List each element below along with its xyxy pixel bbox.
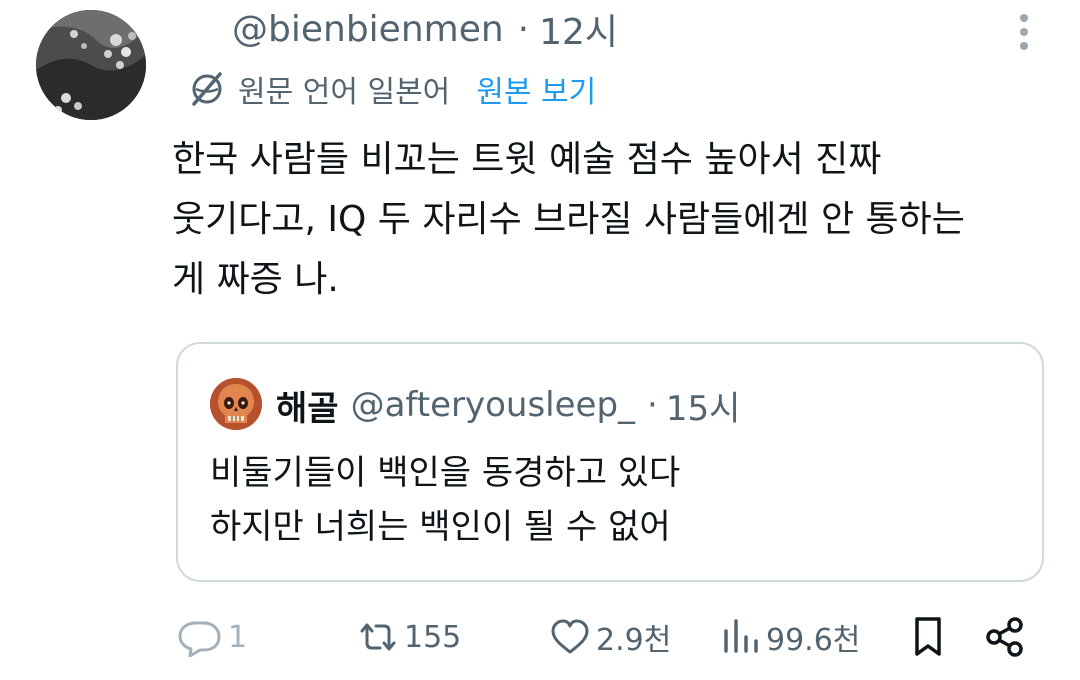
quoted-tweet-time[interactable]: 15시 [666, 381, 741, 430]
tweet-text-line: 한국 사람들 비꼬는 트윗 예술 점수 높아서 진짜 [172, 139, 882, 180]
reply-count: 1 [228, 619, 248, 655]
quoted-tweet-card[interactable]: 해골 @afteryousleep_ · 15시 비둘기들이 백인을 동경하고 … [176, 342, 1044, 582]
quoted-text-line: 비둘기들이 백인을 동경하고 있다 [210, 453, 681, 493]
tweet-header: @bienbienmen · 12시 [232, 3, 618, 55]
quoted-header-separator: · [647, 385, 658, 425]
translate-globe-icon [192, 72, 222, 106]
quoted-tweet-text: 비둘기들이 백인을 동경하고 있다 하지만 너희는 백인이 될 수 없어 [210, 446, 680, 554]
share-icon [986, 617, 1023, 657]
quoted-author-handle[interactable]: @afteryousleep_ [351, 385, 635, 425]
more-dots-icon [1020, 14, 1028, 50]
quoted-author-name[interactable]: 해골 [276, 381, 339, 430]
views-count: 99.6천 [766, 623, 861, 658]
more-button[interactable] [1008, 12, 1040, 52]
quoted-text-line: 하지만 너희는 백인이 될 수 없어 [210, 507, 671, 547]
views-button[interactable]: 99.6천 [720, 612, 860, 662]
tweet-text-line: 게 짜증 나. [172, 259, 339, 300]
skull-avatar [210, 378, 262, 430]
reply-button[interactable]: 1 [176, 612, 247, 662]
translation-bar: 원문 언어 일본어 원본 보기 [188, 66, 596, 112]
action-bar: 1 155 2.9천 99.6천 [176, 612, 1036, 662]
tweet-time[interactable]: 12시 [539, 3, 618, 55]
tweet-text: 한국 사람들 비꼬는 트윗 예술 점수 높아서 진짜 웃기다고, IQ 두 자리… [172, 130, 1052, 310]
profile-avatar[interactable] [36, 10, 146, 120]
bookmark-icon [915, 617, 941, 656]
like-icon [551, 619, 589, 654]
retweet-button[interactable]: 155 [356, 612, 461, 662]
share-button[interactable] [984, 612, 1026, 662]
quoted-tweet-header: 해골 @afteryousleep_ · 15시 [276, 380, 740, 430]
avatar-image [36, 10, 146, 120]
author-handle[interactable]: @bienbienmen [232, 9, 504, 50]
quoted-author-avatar[interactable] [210, 378, 262, 430]
like-button[interactable]: 2.9천 [548, 612, 671, 662]
reply-icon [178, 621, 221, 657]
show-original-link[interactable]: 원본 보기 [476, 67, 596, 111]
retweet-count: 155 [404, 619, 462, 655]
tweet-text-line: 웃기다고, IQ 두 자리수 브라질 사람들에겐 안 통하는 [172, 199, 965, 240]
retweet-icon [360, 623, 396, 651]
like-count: 2.9천 [596, 623, 672, 658]
views-icon [724, 619, 758, 653]
translation-language-note: 원문 언어 일본어 [238, 75, 451, 110]
bookmark-button[interactable] [910, 612, 946, 662]
header-separator: · [517, 8, 530, 50]
